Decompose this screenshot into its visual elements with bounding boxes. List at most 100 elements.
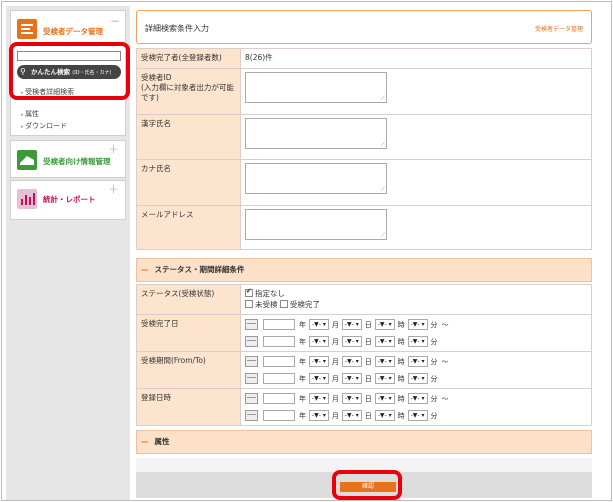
opt-not-taken-label: 未受検 xyxy=(255,300,278,309)
minute-unit: 分 xyxy=(430,411,438,420)
year-input[interactable] xyxy=(263,393,295,404)
collapse-dash-icon: — xyxy=(141,265,149,274)
hour-unit: 時 xyxy=(397,394,405,403)
day-select[interactable]: -▼- ▾ xyxy=(341,319,362,330)
calendar-icon[interactable] xyxy=(245,336,258,347)
hour-select[interactable]: -▼- ▾ xyxy=(374,373,395,384)
range-tilde: ～ xyxy=(441,320,449,329)
registered-label: 登録日時 xyxy=(136,388,241,426)
hour-unit: 時 xyxy=(397,374,405,383)
kanji-label: 漢字氏名 xyxy=(136,114,241,160)
minute-select[interactable]: -▼- ▾ xyxy=(407,319,428,330)
month-unit: 月 xyxy=(331,357,339,366)
form-row-email: メールアドレス xyxy=(136,205,592,250)
minute-select[interactable]: -▼- ▾ xyxy=(407,393,428,404)
month-select[interactable]: -▼- ▾ xyxy=(309,319,329,330)
day-unit: 日 xyxy=(364,357,372,366)
checkbox-unspecified[interactable] xyxy=(245,287,253,297)
hour-select[interactable]: -▼- ▾ xyxy=(374,336,395,347)
hour-select[interactable]: -▼- ▾ xyxy=(374,410,395,421)
hour-select[interactable]: -▼- ▾ xyxy=(374,319,395,330)
hour-select[interactable]: -▼- ▾ xyxy=(374,393,395,404)
stats-report-icon xyxy=(17,189,37,209)
year-unit: 年 xyxy=(299,411,306,420)
hour-unit: 時 xyxy=(397,411,405,420)
form-row-id: 受検者ID (入力欄に対象者出力が可能です) xyxy=(136,68,592,115)
day-select[interactable]: -▼- ▾ xyxy=(341,373,362,384)
collapse-dash-icon: — xyxy=(141,437,149,446)
panel-title-exam-data[interactable]: 受検者データ管理 xyxy=(43,26,103,37)
form-row-completed-date: 受検完了日 年 -▼- ▾ 月 -▼- ▾ 日 -▼- ▾ 時 -▼- ▾ 分～ 年 -▼- ▾ 月… xyxy=(136,314,592,352)
page-header: 詳細検索条件入力 受検者データ管理 xyxy=(136,10,592,44)
minute-select[interactable]: -▼- ▾ xyxy=(407,336,428,347)
range-tilde: ～ xyxy=(441,357,449,366)
panel-title-info-management[interactable]: 受検者向け情報管理 xyxy=(43,156,111,167)
minute-select[interactable]: -▼- ▾ xyxy=(407,356,428,367)
year-unit: 年 xyxy=(299,320,306,329)
year-input[interactable] xyxy=(263,373,295,384)
month-select[interactable]: -▼- ▾ xyxy=(309,356,329,367)
form-row-status: ステータス(受検状態) 指定なし 未受検 受検完了 xyxy=(136,284,592,315)
year-input[interactable] xyxy=(263,336,295,347)
calendar-icon[interactable] xyxy=(245,319,258,330)
month-select[interactable]: -▼- ▾ xyxy=(309,373,329,384)
calendar-icon[interactable] xyxy=(245,393,258,404)
panel-title-stats-report[interactable]: 統計・レポート xyxy=(43,194,96,205)
calendar-icon[interactable] xyxy=(245,356,258,367)
month-select[interactable]: -▼- ▾ xyxy=(309,336,329,347)
day-unit: 日 xyxy=(364,337,372,346)
day-select[interactable]: -▼- ▾ xyxy=(341,356,362,367)
kanji-textarea[interactable] xyxy=(245,118,387,149)
kana-label: カナ氏名 xyxy=(136,159,241,206)
datetime-row-to: 年 -▼- ▾ 月 -▼- ▾ 日 -▼- ▾ 時 -▼- ▾ 分 xyxy=(245,370,587,387)
minute-select[interactable]: -▼- ▾ xyxy=(407,373,428,384)
collapse-icon[interactable]: － xyxy=(110,13,120,28)
id-textarea[interactable] xyxy=(245,72,387,103)
day-select[interactable]: -▼- ▾ xyxy=(341,410,362,421)
datetime-row-from: 年 -▼- ▾ 月 -▼- ▾ 日 -▼- ▾ 時 -▼- ▾ 分～ xyxy=(245,316,587,333)
year-input[interactable] xyxy=(263,319,295,330)
attr-section-header[interactable]: — 属性 xyxy=(136,430,592,454)
hour-unit: 時 xyxy=(397,337,405,346)
month-unit: 月 xyxy=(331,320,339,329)
day-select[interactable]: -▼- ▾ xyxy=(341,393,362,404)
id-label: 受検者ID (入力欄に対象者出力が可能です) xyxy=(136,68,241,115)
hour-select[interactable]: -▼- ▾ xyxy=(374,356,395,367)
search-form-table: 受検完了者(全登録者数) 8(26)件 受検者ID (入力欄に対象者出力が可能で… xyxy=(136,48,592,250)
datetime-row-to: 年 -▼- ▾ 月 -▼- ▾ 日 -▼- ▾ 時 -▼- ▾ 分 xyxy=(245,333,587,350)
kana-textarea[interactable] xyxy=(245,163,387,194)
page-title: 詳細検索条件入力 xyxy=(145,24,209,33)
calendar-icon[interactable] xyxy=(245,373,258,384)
range-tilde: ～ xyxy=(441,394,449,403)
day-select[interactable]: -▼- ▾ xyxy=(341,336,362,347)
status-section-header[interactable]: — ステータス・期間詳細条件 xyxy=(136,258,592,282)
year-unit: 年 xyxy=(299,357,306,366)
completed-date-label: 受検完了日 xyxy=(136,314,241,352)
breadcrumb[interactable]: 受検者データ管理 xyxy=(535,24,583,33)
calendar-icon[interactable] xyxy=(245,410,258,421)
minute-unit: 分 xyxy=(430,320,438,329)
year-input[interactable] xyxy=(263,356,295,367)
status-label: ステータス(受検状態) xyxy=(136,284,241,315)
hour-unit: 時 xyxy=(397,320,405,329)
year-input[interactable] xyxy=(263,410,295,421)
sidebar-link-download[interactable]: ダウンロード xyxy=(21,121,67,131)
highlight-box-confirm xyxy=(332,470,402,500)
form-row-registered: 登録日時 年 -▼- ▾ 月 -▼- ▾ 日 -▼- ▾ 時 -▼- ▾ 分～ 年 -▼- ▾ 月 -… xyxy=(136,388,592,426)
month-unit: 月 xyxy=(331,374,339,383)
month-select[interactable]: -▼- ▾ xyxy=(309,393,329,404)
day-unit: 日 xyxy=(364,411,372,420)
year-unit: 年 xyxy=(299,394,306,403)
sidebar-link-attributes[interactable]: 属性 xyxy=(21,109,39,119)
info-management-icon xyxy=(17,150,37,170)
expand-icon[interactable]: ＋ xyxy=(108,181,119,197)
checkbox-not-taken[interactable] xyxy=(245,300,253,308)
email-textarea[interactable] xyxy=(245,209,387,240)
expand-icon[interactable]: ＋ xyxy=(108,141,119,157)
year-unit: 年 xyxy=(299,374,306,383)
opt-completed-label: 受検完了 xyxy=(289,300,320,309)
month-select[interactable]: -▼- ▾ xyxy=(309,410,329,421)
checkbox-completed[interactable] xyxy=(279,300,288,308)
minute-select[interactable]: -▼- ▾ xyxy=(407,410,428,421)
datetime-row-from: 年 -▼- ▾ 月 -▼- ▾ 日 -▼- ▾ 時 -▼- ▾ 分～ xyxy=(245,353,587,370)
